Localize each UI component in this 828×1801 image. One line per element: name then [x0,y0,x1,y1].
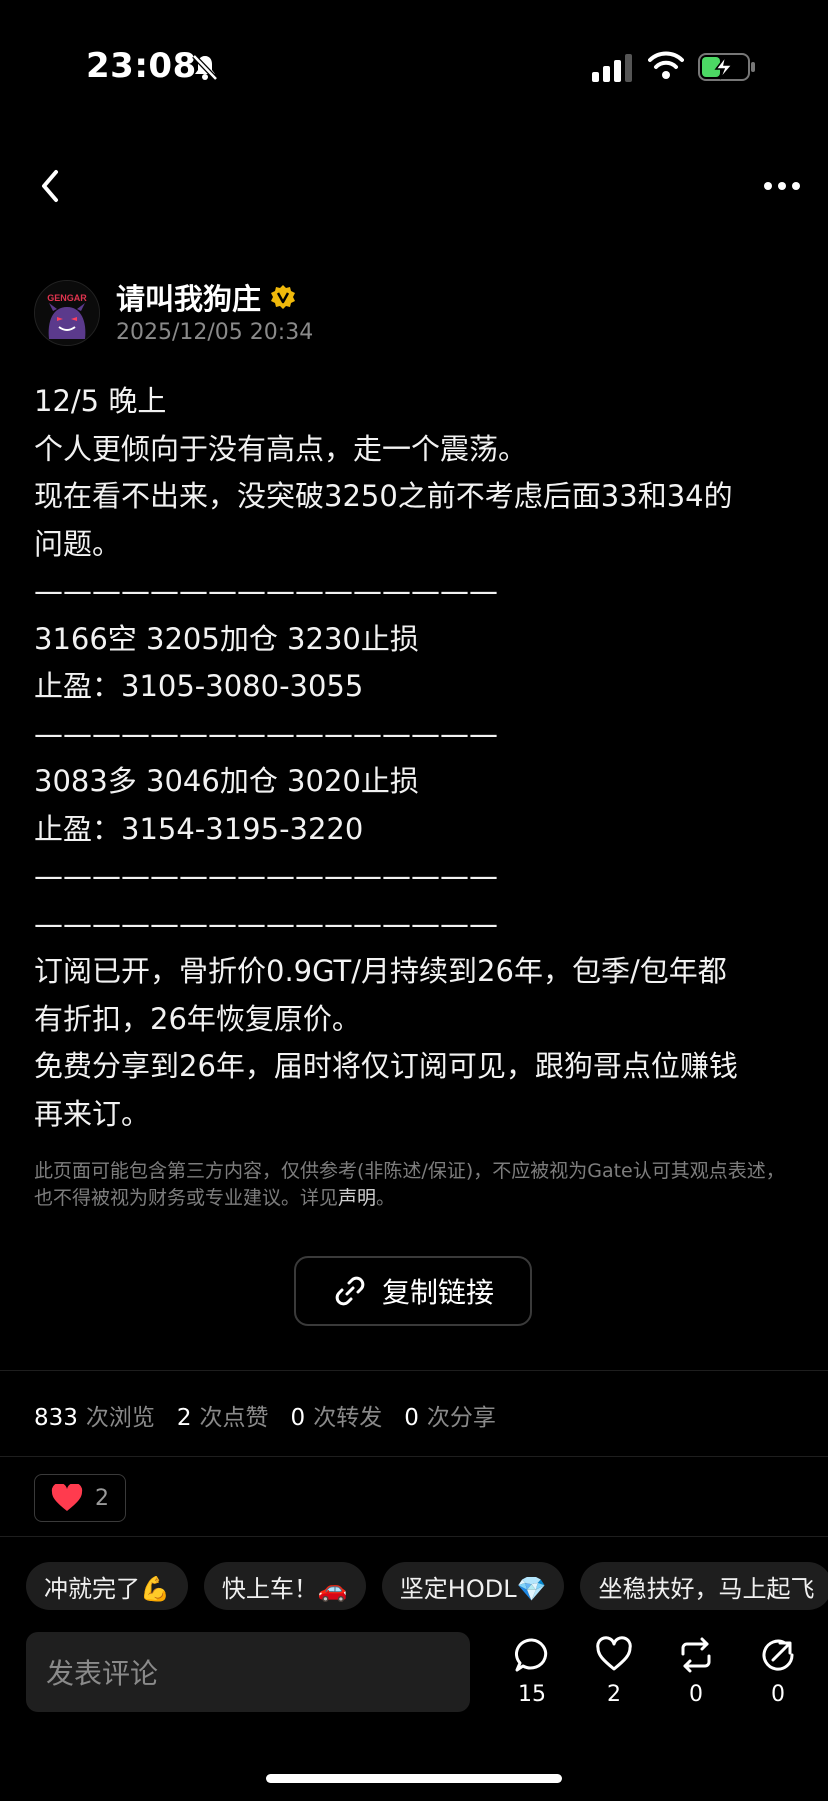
home-indicator [266,1774,562,1783]
author-avatar[interactable]: GENGAR [34,280,100,346]
post-line: 止盈：3154-3195-3220 [34,811,364,846]
stat-likes: 2 次点赞 [176,1405,269,1431]
battery-charging-icon [698,53,755,81]
disclaimer: 此页面可能包含第三方内容，仅供参考(非陈述/保证)，不应被视为Gate认可其观点… [34,1158,794,1212]
cellular-signal-icon [592,54,632,82]
post-line: 订阅已开，骨折价0.9GT/月持续到26年，包季/包年都 [34,954,727,988]
post-line: ———————————————— [34,716,498,751]
post-line: 再来订。 [34,1096,151,1131]
repost-icon [681,1637,711,1673]
post-body: 12/5 晚上 个人更倾向于没有高点，走一个震荡。 现在看不出来，没突破3250… [34,378,794,1138]
heart-outline-icon [596,1636,632,1671]
copy-link-button[interactable]: 复制链接 [294,1256,532,1326]
reaction-count: 2 [95,1485,109,1511]
divider [0,1456,828,1457]
quick-reply-chips: 冲就完了💪 快上车！🚗 坚定HODL💎 坐稳扶好，马上起飞 [26,1562,828,1610]
post-line: ———————————————— [34,574,498,608]
stat-shares: 0 次分享 [404,1405,496,1431]
post-line: ———————————————— [34,859,498,893]
post-line: 3166空 3205加仓 3230止损 [34,621,419,656]
divider [0,1370,828,1371]
post-line: 个人更倾向于没有高点，走一个震荡。 [34,431,528,466]
disclaimer-end: 。 [376,1187,396,1209]
copy-link-label: 复制链接 [381,1276,494,1309]
back-icon[interactable] [36,166,64,206]
post-line: ———————————————— [34,906,498,941]
repost-count: 0 [689,1682,703,1707]
post-date: 2025/12/05 20:34 [116,320,314,345]
disclaimer-text: 此页面可能包含第三方内容，仅供参考(非陈述/保证)，不应被视为Gate认可其观点… [34,1160,785,1209]
heart-reaction-button[interactable]: 2 [34,1474,126,1522]
like-count: 2 [607,1682,621,1707]
post-line: 12/5 晚上 [34,384,167,418]
disclaimer-link[interactable]: 声明 [338,1187,376,1209]
post-stats: 833 次浏览 2 次点赞 0 次转发 0 次分享 [34,1398,496,1432]
link-icon [335,1276,365,1306]
divider [0,1536,828,1537]
post-line: 问题。 [34,526,122,561]
wifi-icon [648,51,684,79]
quick-reply-chip[interactable]: 快上车！🚗 [203,1562,366,1610]
comment-icon [515,1638,548,1672]
post-line: 止盈：3105-3080-3055 [34,669,364,703]
author-name[interactable]: 请叫我狗庄 [116,276,261,318]
repost-action[interactable]: 0 [664,1636,728,1707]
comment-input[interactable]: 发表评论 [26,1632,470,1712]
quick-reply-chip[interactable]: 坚定HODL💎 [381,1562,565,1610]
comment-count: 15 [518,1682,546,1707]
share-action[interactable]: 0 [746,1636,810,1707]
bell-muted-icon [192,54,218,81]
post-line: 免费分享到26年，届时将仅订阅可见，跟狗哥点位赚钱 [34,1049,738,1083]
quick-reply-chip[interactable]: 坐稳扶好，马上起飞 [580,1562,828,1610]
share-icon [762,1639,794,1671]
stat-views: 833 次浏览 [34,1405,155,1431]
stat-reposts: 0 次转发 [290,1405,383,1431]
comment-action[interactable]: 15 [500,1636,564,1707]
share-count: 0 [771,1682,785,1707]
like-action[interactable]: 2 [582,1636,646,1707]
avatar-logo-text: GENGAR [47,293,87,303]
post-line: 现在看不出来，没突破3250之前不考虑后面33和34的 [34,479,733,513]
more-options-icon[interactable] [762,176,802,196]
post-line: 3083多 3046加仓 3020止损 [34,764,419,798]
heart-icon [51,1484,83,1511]
verified-badge-icon [271,285,295,309]
post-line: 有折扣，26年恢复原价。 [34,1001,361,1036]
quick-reply-chip[interactable]: 冲就完了💪 [26,1562,188,1610]
status-time: 23:08 [86,46,197,86]
